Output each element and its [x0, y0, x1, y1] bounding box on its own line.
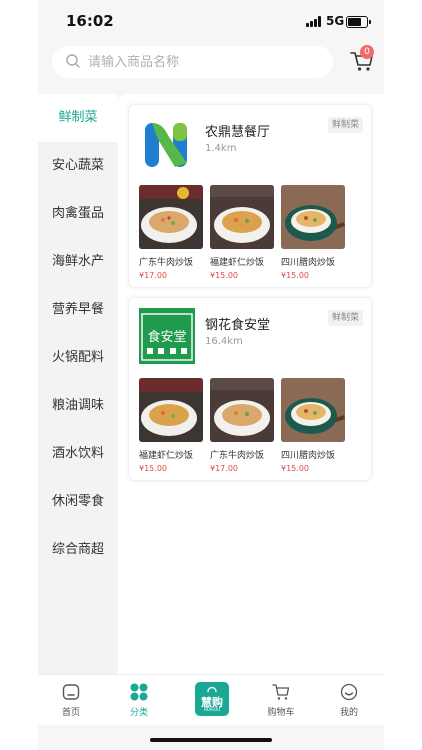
- smile-icon: [340, 683, 358, 701]
- product-item[interactable]: 福建虾仁炒饭 ¥15.00: [139, 378, 203, 473]
- sidebar-item-seafood[interactable]: 海鲜水产: [38, 238, 118, 286]
- category-icon: [130, 683, 148, 701]
- store-name: 农鼎慧餐厅: [205, 125, 271, 140]
- sidebar-item-label: 粮油调味: [51, 398, 104, 413]
- product-price: ¥17.00: [139, 271, 167, 280]
- sidebar-item-grain-oil[interactable]: 粮油调味: [38, 382, 118, 430]
- product-name: 福建虾仁炒饭: [210, 258, 265, 268]
- product-price: ¥15.00: [139, 464, 167, 473]
- product-item[interactable]: 广东牛肉炒饭 ¥17.00: [139, 185, 203, 280]
- product-name: 广东牛肉炒饭: [139, 258, 194, 268]
- sidebar-item-label: 肉禽蛋品: [51, 206, 104, 221]
- cart-badge: 0: [360, 45, 374, 59]
- sidebar-item-hotpot[interactable]: 火锅配料: [38, 334, 118, 382]
- sidebar-item-label: 鲜制菜: [58, 110, 98, 125]
- store-tag: 鲜制菜: [327, 310, 363, 326]
- status-time: 16:02: [66, 12, 114, 30]
- store-distance: 16.4km: [205, 336, 243, 347]
- fried-rice-shrimp-image: [139, 378, 203, 442]
- bag-handle-icon: [207, 686, 217, 692]
- tab-mine[interactable]: 我的: [319, 675, 379, 725]
- app-screen: 16:02 5G 0 鲜制菜 安心蔬菜 肉禽蛋品 海鲜水产 营养早餐 火锅配料 …: [38, 0, 384, 750]
- tab-sublabel: HUIGOU: [203, 707, 221, 712]
- product-price: ¥15.00: [281, 464, 309, 473]
- product-name: 广东牛肉炒饭: [210, 451, 265, 461]
- sidebar-item-label: 综合商超: [51, 542, 104, 557]
- tab-label: 分类: [129, 708, 148, 718]
- store-card[interactable]: 食安堂 钢花食安堂 16.4km 鲜制菜 福建虾仁炒饭 ¥15.00 广东牛肉炒…: [128, 297, 372, 481]
- store-name: 钢花食安堂: [205, 318, 271, 333]
- battery-icon: [346, 16, 371, 28]
- logo-text: 食安堂: [147, 329, 186, 345]
- product-price: ¥17.00: [210, 464, 238, 473]
- product-item[interactable]: 四川腊肉炒饭 ¥15.00: [281, 185, 345, 280]
- sidebar-item-label: 火锅配料: [51, 350, 104, 365]
- home-indicator: [150, 738, 272, 742]
- product-item[interactable]: 四川腊肉炒饭 ¥15.00: [281, 378, 345, 473]
- fried-rice-beef-image: [139, 185, 203, 249]
- tab-home[interactable]: 首页: [41, 675, 101, 725]
- fried-rice-shrimp-image: [210, 185, 274, 249]
- sidebar-item-drinks[interactable]: 酒水饮料: [38, 430, 118, 478]
- category-sidebar: 鲜制菜 安心蔬菜 肉禽蛋品 海鲜水产 营养早餐 火锅配料 粮油调味 酒水饮料 休…: [38, 94, 118, 674]
- fried-rice-beef-image: [210, 378, 274, 442]
- product-name: 四川腊肉炒饭: [281, 258, 336, 268]
- tab-huigou[interactable]: 慧购 HUIGOU: [195, 682, 229, 716]
- status-bar: 16:02 5G: [38, 0, 384, 44]
- sidebar-item-label: 休闲零食: [51, 494, 104, 509]
- sidebar-item-label: 安心蔬菜: [51, 158, 104, 173]
- home-icon: [62, 684, 80, 700]
- product-name: 福建虾仁炒饭: [139, 451, 194, 461]
- signal-icon: [306, 16, 322, 27]
- tab-category[interactable]: 分类: [109, 675, 169, 725]
- sidebar-item-snacks[interactable]: 休闲零食: [38, 478, 118, 526]
- store-tag: 鲜制菜: [327, 117, 363, 133]
- product-price: ¥15.00: [210, 271, 238, 280]
- tab-label: 我的: [339, 708, 358, 718]
- fried-rice-bacon-image: [281, 185, 345, 249]
- tab-cart[interactable]: 购物车: [251, 675, 311, 725]
- product-price: ¥15.00: [281, 271, 309, 280]
- fried-rice-bacon-image: [281, 378, 345, 442]
- sidebar-item-label: 海鲜水产: [51, 254, 104, 269]
- sidebar-item-supermarket[interactable]: 综合商超: [38, 526, 118, 574]
- product-item[interactable]: 福建虾仁炒饭 ¥15.00: [210, 185, 274, 280]
- search-icon: [66, 54, 80, 68]
- gangshi-logo-icon: 食安堂: [139, 308, 195, 364]
- cart-icon: [272, 684, 290, 700]
- tab-label: 首页: [61, 708, 80, 718]
- tab-label: 购物车: [267, 708, 295, 718]
- search-input[interactable]: [88, 46, 318, 78]
- network-label: 5G: [326, 14, 345, 28]
- sidebar-item-label: 营养早餐: [51, 302, 104, 317]
- product-name: 四川腊肉炒饭: [281, 451, 336, 461]
- store-distance: 1.4km: [205, 143, 237, 154]
- store-list: 农鼎慧餐厅 1.4km 鲜制菜 广东牛肉炒饭 ¥17.00 福建虾仁炒饭 ¥15…: [118, 94, 384, 674]
- sidebar-item-xianzhicai[interactable]: 鲜制菜: [38, 94, 118, 142]
- sidebar-item-breakfast[interactable]: 营养早餐: [38, 286, 118, 334]
- search-bar[interactable]: [52, 46, 333, 78]
- sidebar-item-meat-eggs[interactable]: 肉禽蛋品: [38, 190, 118, 238]
- sidebar-item-vegetables[interactable]: 安心蔬菜: [38, 142, 118, 190]
- nongding-logo-icon: [139, 115, 195, 171]
- sidebar-item-label: 酒水饮料: [51, 446, 104, 461]
- product-item[interactable]: 广东牛肉炒饭 ¥17.00: [210, 378, 274, 473]
- store-card[interactable]: 农鼎慧餐厅 1.4km 鲜制菜 广东牛肉炒饭 ¥17.00 福建虾仁炒饭 ¥15…: [128, 104, 372, 288]
